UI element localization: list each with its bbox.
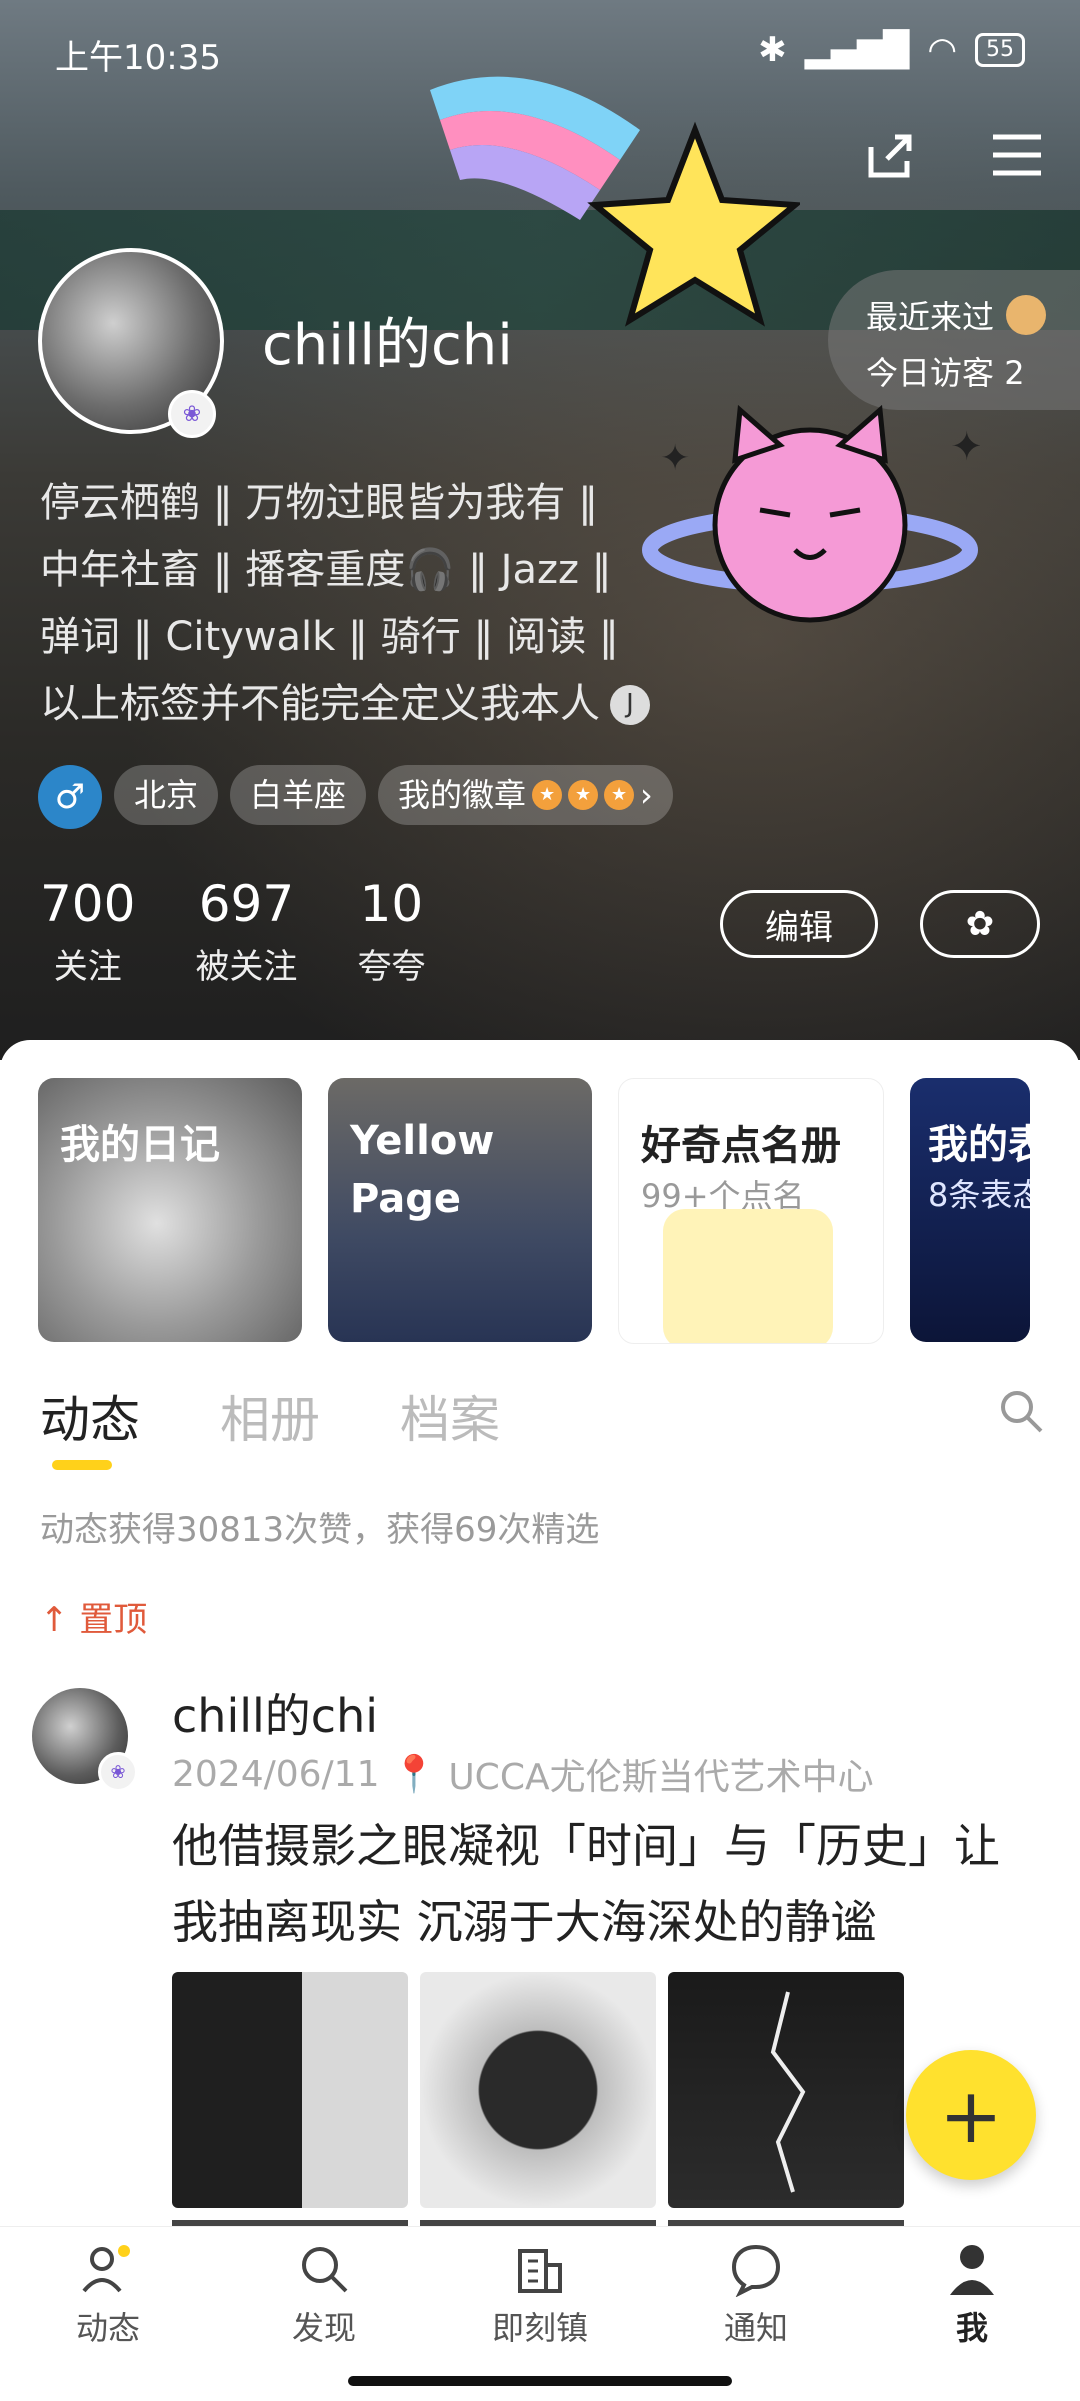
card-title: Yellow Page <box>350 1118 495 1222</box>
profile-bio: 停云栖鹤 ‖ 万物过眼皆为我有 ‖ 中年社畜 ‖ 播客重度🎧 ‖ Jazz ‖ … <box>40 470 680 738</box>
badges-tag[interactable]: 我的徽章 ★ ★ ★ › <box>378 765 673 825</box>
location-pin-icon: 📍 <box>391 1754 437 1795</box>
today-visitors-label: 今日访客 <box>866 354 995 392</box>
bottom-navigation: 动态 发现 即刻镇 通知 我 <box>0 2226 1080 2401</box>
post-date: 2024/06/11 <box>172 1753 380 1795</box>
badge-icon: ★ <box>532 780 563 810</box>
nav-item-town[interactable]: 即刻镇 <box>432 2227 648 2401</box>
bio-line: 停云栖鹤 ‖ 万物过眼皆为我有 ‖ <box>40 480 599 526</box>
card-diary[interactable]: 我的日记 <box>38 1078 302 1342</box>
person-icon <box>950 2245 994 2295</box>
nav-item-me[interactable]: 我 <box>864 2227 1080 2401</box>
signal-icon: ▂▄▆█ <box>804 30 910 70</box>
nav-label: 通知 <box>723 2309 788 2347</box>
nav-label: 发现 <box>291 2309 356 2347</box>
profile-tabs: 动态 相册 档案 <box>40 1380 500 1452</box>
bio-line: 中年社畜 ‖ 播客重度🎧 ‖ Jazz ‖ <box>40 547 612 593</box>
badge-icon: ★ <box>604 780 635 810</box>
stat-label: 被关注 <box>195 947 298 987</box>
verified-badge-icon: ❀ <box>168 390 216 438</box>
nav-label: 动态 <box>75 2309 140 2347</box>
nav-item-discover[interactable]: 发现 <box>216 2227 432 2401</box>
svg-text:✦: ✦ <box>950 424 980 470</box>
recent-visitors-label: 最近来过 <box>866 298 995 336</box>
nav-item-notifications[interactable]: 通知 <box>648 2227 864 2401</box>
status-time: 上午10:35 <box>55 38 221 78</box>
verified-badge-icon: ❀ <box>98 1752 138 1792</box>
active-tab-indicator <box>52 1460 112 1470</box>
post-text: 他借摄影之眼凝视「时间」与「历史」让我抽离现实 沉溺于大海深处的静谧 <box>172 1819 1000 1949</box>
tab-archive[interactable]: 档案 <box>400 1380 500 1452</box>
zodiac-tag[interactable]: 白羊座 <box>230 765 367 825</box>
card-yellow-page[interactable]: Yellow Page <box>328 1078 592 1342</box>
stat-praise[interactable]: 10 夸夸 <box>357 875 425 988</box>
likes-summary: 动态获得30813次赞，获得69次精选 <box>40 1510 600 1550</box>
male-icon: ♂ <box>38 765 102 829</box>
shooting-star-sticker <box>430 76 800 327</box>
stat-number: 10 <box>359 875 424 933</box>
pin-icon: ↑ <box>40 1600 69 1640</box>
city-tag[interactable]: 北京 <box>114 765 219 825</box>
wifi-icon: ◠ <box>927 30 957 70</box>
people-icon <box>82 2245 130 2293</box>
lightbulb-icon <box>663 1209 833 1343</box>
town-icon <box>518 2249 562 2293</box>
pinned-label: ↑ 置顶 <box>40 1592 147 1641</box>
stat-label: 夸夸 <box>357 947 426 987</box>
profile-username: chill的chi <box>262 313 513 378</box>
bio-line: 弹词 ‖ Citywalk ‖ 骑行 ‖ 阅读 ‖ <box>40 614 619 660</box>
badge-icon: ★ <box>568 780 599 810</box>
menu-icon[interactable] <box>982 120 1052 190</box>
edit-profile-button[interactable]: 编辑 <box>720 890 878 958</box>
pinned-text: 置顶 <box>79 1600 148 1640</box>
share-icon[interactable] <box>856 120 926 190</box>
tab-album[interactable]: 相册 <box>220 1380 320 1452</box>
card-my-stances[interactable]: 我的表 8条表态 <box>910 1078 1030 1342</box>
post-image[interactable] <box>420 1972 656 2208</box>
stat-following[interactable]: 700 关注 <box>40 875 135 988</box>
chat-icon <box>731 2244 781 2297</box>
visitor-avatar <box>1006 295 1047 335</box>
stat-followers[interactable]: 697 被关注 <box>195 875 297 988</box>
post-image[interactable] <box>172 1972 408 2208</box>
bio-line: 以上标签并不能完全定义我本人 <box>40 681 600 727</box>
visitor-card[interactable]: 最近来过 今日访客 2 <box>828 270 1080 410</box>
feature-cards: 我的日记 Yellow Page 好奇点名册 99+个点名 我的表 8条表态 <box>38 1078 1030 1344</box>
stat-number: 700 <box>40 875 136 933</box>
nav-label: 我 <box>955 2309 988 2347</box>
search-icon[interactable] <box>986 1376 1056 1446</box>
post-author[interactable]: chill的chi <box>172 1680 378 1746</box>
post-location[interactable]: UCCA尤伦斯当代艺术中心 <box>448 1748 873 1800</box>
card-title: 好奇点名册 <box>641 1123 841 1169</box>
home-indicator <box>348 2376 732 2386</box>
chevron-right-icon: › <box>640 776 653 814</box>
badges-label: 我的徽章 <box>398 776 527 814</box>
cat-planet-sticker: ✦ ✦ <box>642 404 980 623</box>
flower-icon[interactable]: ✿ <box>920 890 1040 958</box>
stat-label: 关注 <box>53 947 122 987</box>
post-images <box>172 1972 904 2208</box>
tab-posts[interactable]: 动态 <box>40 1380 140 1452</box>
nav-item-feed[interactable]: 动态 <box>0 2227 216 2401</box>
add-post-button[interactable]: + <box>906 2050 1036 2180</box>
card-title: 我的日记 <box>60 1122 220 1168</box>
card-title: 我的表 <box>928 1122 1030 1168</box>
post-meta: 2024/06/11 📍 UCCA尤伦斯当代艺术中心 <box>172 1748 874 1800</box>
post-image[interactable] <box>668 1972 904 2208</box>
stat-number: 697 <box>198 875 295 933</box>
battery-icon: 55 <box>975 33 1025 67</box>
bio-expand-icon[interactable]: J <box>610 684 650 725</box>
profile-stats: 700 关注 697 被关注 10 夸夸 <box>40 875 425 988</box>
nav-label: 即刻镇 <box>491 2309 588 2347</box>
card-curiosity-roll[interactable]: 好奇点名册 99+个点名 <box>618 1078 884 1344</box>
profile-tags: ♂ 北京 白羊座 我的徽章 ★ ★ ★ › <box>38 765 673 829</box>
today-visitors-count: 2 <box>1004 354 1025 392</box>
card-subtitle: 8条表态 <box>928 1176 1030 1214</box>
search-icon <box>302 2247 348 2293</box>
